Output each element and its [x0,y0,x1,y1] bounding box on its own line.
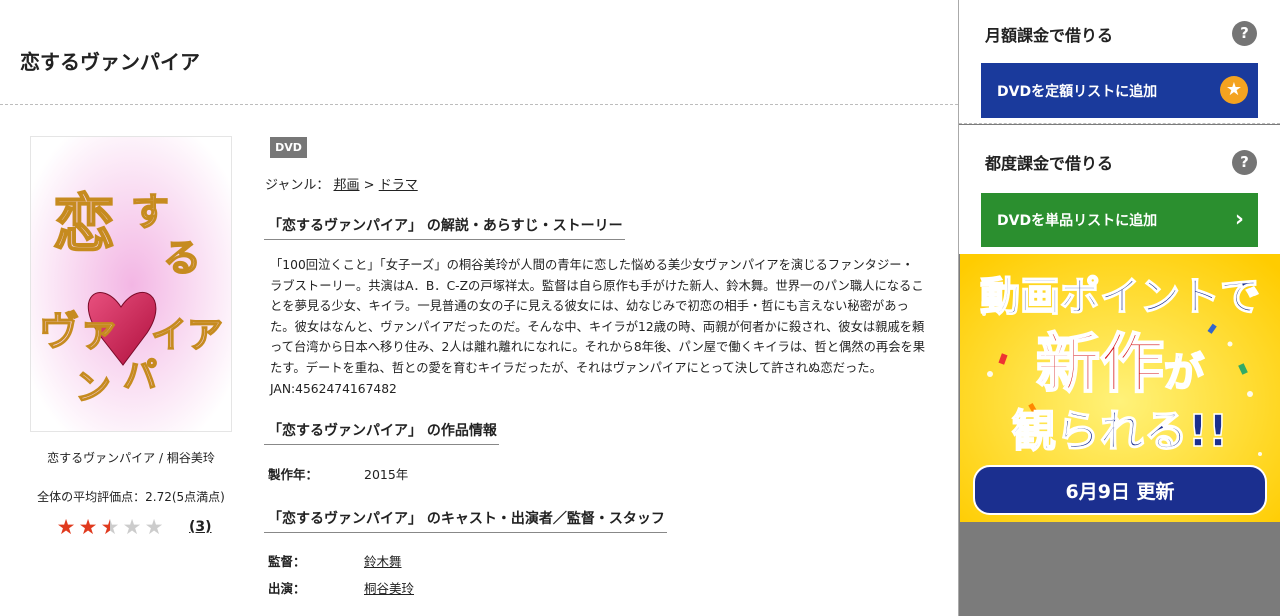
cast-link[interactable]: 桐谷美玲 [364,581,414,596]
star-icon-4: ★ [122,515,142,539]
format-badge: DVD [270,137,307,158]
star-icon-1: ★ [56,515,76,539]
genre-label: ジャンル： [265,178,330,193]
star-icon-5: ★ [144,515,164,539]
add-to-monthly-list-label: DVDを定額リストに追加 [997,83,1158,100]
svg-text:イア: イア [151,314,223,356]
year-value: 2015年 [364,467,409,482]
year-label: 製作年： [268,467,319,482]
genre-separator: > [363,178,379,193]
page-title: 恋するヴァンパイア [20,50,200,74]
svg-text:恋: 恋 [53,187,115,260]
sidebar: 月額課金で借りる ? DVDを定額リストに追加 ★ 都度課金で借りる ? DVD… [958,0,1280,616]
cast-heading: 「恋するヴァンパイア」 のキャスト・出演者／監督・スタッフ [264,508,667,533]
add-to-monthly-list-button[interactable]: DVDを定額リストに追加 ★ [981,63,1258,118]
synopsis-heading: 「恋するヴァンパイア」 の解説・あらすじ・ストーリー [264,215,625,240]
banner-line-3: 観られる!! [1012,406,1228,457]
add-to-single-list-label: DVDを単品リストに追加 [997,213,1158,229]
star-icon-3: ★ [100,515,120,539]
rating-count-link[interactable]: (3) [189,519,212,535]
help-icon[interactable]: ? [1232,150,1257,175]
genre-link-parent[interactable]: 邦画 [334,178,360,193]
jacket-image[interactable]: 恋 す る ヴァ ン パ イア [30,136,232,432]
svg-text:ン: ン [75,366,111,408]
help-icon[interactable]: ? [1232,21,1257,46]
svg-text:る: る [163,235,201,280]
jacket-art: 恋 す る ヴァ ン パ イア [31,137,231,431]
banner-line-2-main: 新作 [1036,328,1164,402]
genre-link-child[interactable]: ドラマ [379,178,418,193]
star-icon: ★ [1220,76,1248,104]
video-points-banner[interactable]: 動画ポイントで 新作が 観られる!! 6月9日 更新 [960,254,1280,522]
production-year-row: 製作年： 2015年 [268,464,408,483]
synopsis-text: 「100回泣くこと」「女子ーズ」の桐谷美玲が人間の青年に恋した悩める美少女ヴァン… [270,258,926,396]
director-label: 監督： [268,554,306,569]
svg-text:す: す [131,189,169,234]
cast-row: 出演： 桐谷美玲 [268,578,414,597]
page: 恋するヴァンパイア 恋 す る ヴァ ン パ イア 恋するヴァンパイア / 桐谷… [0,0,1280,616]
single-rental-box: 都度課金で借りる ? DVDを単品リストに追加 › [959,125,1280,254]
svg-text:パ: パ [123,356,157,396]
banner-line-2-suffix: が [1164,350,1204,396]
cast-label: 出演： [268,581,306,596]
rating-stars[interactable]: ★ ★ ★ ★ ★ [55,516,165,538]
add-to-single-list-button[interactable]: DVDを単品リストに追加 › [981,193,1258,247]
banner-update-label: 6月9日 更新 [1065,480,1174,503]
monthly-rental-box: 月額課金で借りる ? DVDを定額リストに追加 ★ [959,0,1280,124]
info-heading: 「恋するヴァンパイア」 の作品情報 [264,420,499,445]
genre-breadcrumb: ジャンル： 邦画 > ドラマ [265,174,418,193]
director-row: 監督： 鈴木舞 [268,551,402,570]
average-rating-text: 全体の平均評価点：2.72(5点満点) [37,490,225,504]
director-link[interactable]: 鈴木舞 [364,554,402,569]
single-rental-title: 都度課金で借りる [985,154,1114,173]
main-content: 恋するヴァンパイア 恋 す る ヴァ ン パ イア 恋するヴァンパイア / 桐谷… [0,0,958,616]
title-bar: 恋するヴァンパイア [0,0,958,105]
banner-art: 動画ポイントで 新作が 観られる!! 6月9日 更新 [960,254,1280,522]
star-icon-2: ★ [78,515,98,539]
svg-text:ヴァ: ヴァ [39,308,119,355]
jacket-caption: 恋するヴァンパイア / 桐谷美玲 [47,451,215,465]
banner-line-1: 動画ポイントで [980,274,1260,320]
monthly-rental-title: 月額課金で借りる [985,26,1114,45]
chevron-right-icon: › [1234,207,1244,232]
